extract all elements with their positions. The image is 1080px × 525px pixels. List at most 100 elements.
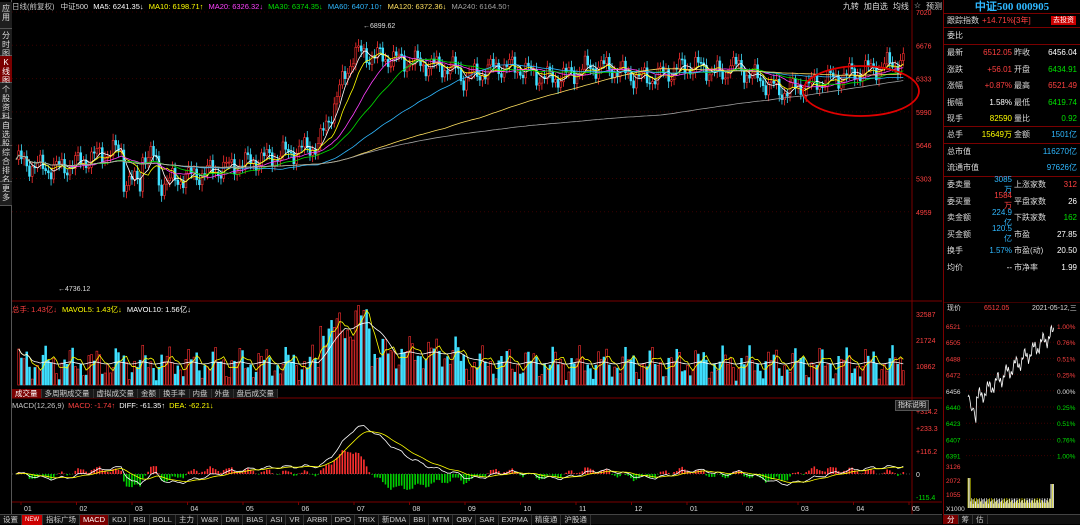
candle-body <box>840 82 843 89</box>
indicator-tab-11[interactable]: ASI <box>267 514 287 525</box>
indicator-tab-20[interactable]: SAR <box>476 514 499 525</box>
invest-button[interactable]: 去投资 <box>1051 16 1076 25</box>
candle-body <box>521 74 525 79</box>
candle-body <box>818 86 821 90</box>
candle-body <box>786 93 789 97</box>
candle-body <box>416 50 420 59</box>
candle-body <box>133 170 136 180</box>
left-tab-1[interactable]: 分时图 <box>0 29 12 58</box>
indicator-tab-16[interactable]: 新DMA <box>379 514 411 525</box>
candle-body <box>327 120 331 123</box>
volume-bar <box>117 352 120 386</box>
candle-body <box>421 64 425 67</box>
volume-tab-1[interactable]: 多周期成交量 <box>41 389 94 398</box>
volume-tab-3[interactable]: 金额 <box>138 389 160 398</box>
mini-tab-1[interactable]: 筹 <box>959 515 973 524</box>
index-title: 中证500 000905 <box>944 0 1080 14</box>
indicator-tab-10[interactable]: BIAS <box>243 514 268 525</box>
volume-tab-0[interactable]: 成交量 <box>12 389 42 398</box>
mini-chart-canvas[interactable]: 现价 6512.05 2021-05-12,三 6521 6505 6488 6472 645… <box>944 301 1080 514</box>
candle-body <box>500 73 503 78</box>
intraday-mini-chart[interactable]: 现价 6512.05 2021-05-12,三 6521 6505 6488 6472 645… <box>944 301 1080 514</box>
volume-bar <box>287 354 290 386</box>
volume-bar <box>883 364 886 386</box>
volume-bar <box>457 347 460 386</box>
indicator-tab-21[interactable]: EXPMA <box>499 514 532 525</box>
candle-body <box>65 172 69 176</box>
indicator-tab-8[interactable]: W&R <box>198 514 223 525</box>
volume-tab-5[interactable]: 内盘 <box>189 389 212 398</box>
mini-tab-0[interactable]: 分 <box>944 515 959 524</box>
indicator-tab-15[interactable]: TRIX <box>355 514 380 525</box>
candle-body <box>745 74 749 83</box>
left-tab-2[interactable]: K线图 <box>0 56 12 85</box>
indicator-tab-14[interactable]: DPO <box>332 514 355 525</box>
volume-bar <box>39 370 42 386</box>
left-tab-0[interactable]: 应用 <box>0 2 12 29</box>
left-tab-3[interactable]: 个股资料 <box>0 83 12 121</box>
volume-tab-4[interactable]: 换手率 <box>160 389 190 398</box>
volume-bar <box>866 355 870 386</box>
left-tab-4[interactable]: 自选股 <box>0 119 12 148</box>
volume-bar <box>195 352 198 386</box>
volume-bar <box>481 345 484 386</box>
indicator-tab-2[interactable]: 指标广场 <box>43 514 80 525</box>
indicator-tab-22[interactable]: 精度通 <box>532 514 562 525</box>
volume-tab-2[interactable]: 虚拟成交量 <box>93 389 138 398</box>
indicator-tab-23[interactable]: 沪股通 <box>561 514 591 525</box>
chart-canvas[interactable]: 7020667663335990564653034959←6899.62←473… <box>12 0 942 514</box>
left-tab-5[interactable]: 综合排名 <box>0 146 12 184</box>
volume-bar <box>653 363 657 386</box>
volume-tab-7[interactable]: 盘后成交量 <box>233 389 278 398</box>
volume-bar <box>513 371 517 386</box>
indicator-tab-18[interactable]: MTM <box>429 514 454 525</box>
mini-right-axis: 1.00% <box>1057 454 1076 461</box>
volume-bar <box>667 357 670 386</box>
volume-bar <box>281 363 285 386</box>
quote-row-0: 委比 <box>944 28 1080 45</box>
indicator-tab-1[interactable]: NEW <box>22 514 43 525</box>
candle-body <box>462 80 465 91</box>
candle-body <box>163 183 166 196</box>
candle-body <box>397 53 401 56</box>
indicator-tab-5[interactable]: RSI <box>130 514 150 525</box>
mini-left-axis: 6407 <box>946 437 961 444</box>
toolbar-4[interactable]: 预测 <box>926 1 942 12</box>
volume-bar <box>621 356 625 386</box>
toolbar-3[interactable]: ☆ <box>914 1 921 12</box>
candle-body <box>268 149 271 154</box>
indicator-tab-19[interactable]: OBV <box>453 514 477 525</box>
volume-axis-label: 32587 <box>916 312 936 319</box>
candle-body <box>20 150 23 160</box>
mini-tab-2[interactable]: 估 <box>973 515 988 524</box>
main-chart-area[interactable]: 7020 6676 6333 5990 5646 5303 4959 ←6899.62 ←473… <box>12 0 942 514</box>
toolbar-0[interactable]: 九转 <box>843 1 859 12</box>
toolbar-1[interactable]: 加自选 <box>864 1 888 12</box>
quote-value-2: 97626亿 <box>1046 163 1077 173</box>
indicator-help-button[interactable]: 指标说明 <box>895 400 929 411</box>
indicator-tab-7[interactable]: 主力 <box>176 514 198 525</box>
volume-bar <box>804 375 808 386</box>
indicator-tab-17[interactable]: BBI <box>410 514 430 525</box>
mini-vol-axis: 3126 <box>946 464 961 471</box>
indicator-tab-6[interactable]: BOLL <box>150 514 176 525</box>
volume-bar <box>373 353 376 386</box>
candle-body <box>653 81 657 85</box>
candle-body <box>537 82 541 86</box>
left-tab-6[interactable]: 更多 <box>0 182 12 206</box>
volume-tab-6[interactable]: 外盘 <box>211 389 234 398</box>
volume-bar <box>30 378 34 386</box>
indicator-tab-9[interactable]: DMI <box>222 514 244 525</box>
volume-bar <box>492 373 495 386</box>
candle-body <box>699 62 703 64</box>
candle-body <box>87 167 91 169</box>
toolbar-2[interactable]: 均线 <box>893 1 909 12</box>
indicator-tab-12[interactable]: VR <box>286 514 304 525</box>
candle-body <box>678 58 681 70</box>
indicator-tab-0[interactable]: 设置 <box>0 514 22 525</box>
quote-value: -- <box>1006 262 1012 272</box>
volume-bar <box>446 356 449 386</box>
indicator-tab-13[interactable]: ARBR <box>304 514 332 525</box>
indicator-tab-3[interactable]: MACD <box>80 514 110 525</box>
indicator-tab-4[interactable]: KDJ <box>109 514 131 525</box>
